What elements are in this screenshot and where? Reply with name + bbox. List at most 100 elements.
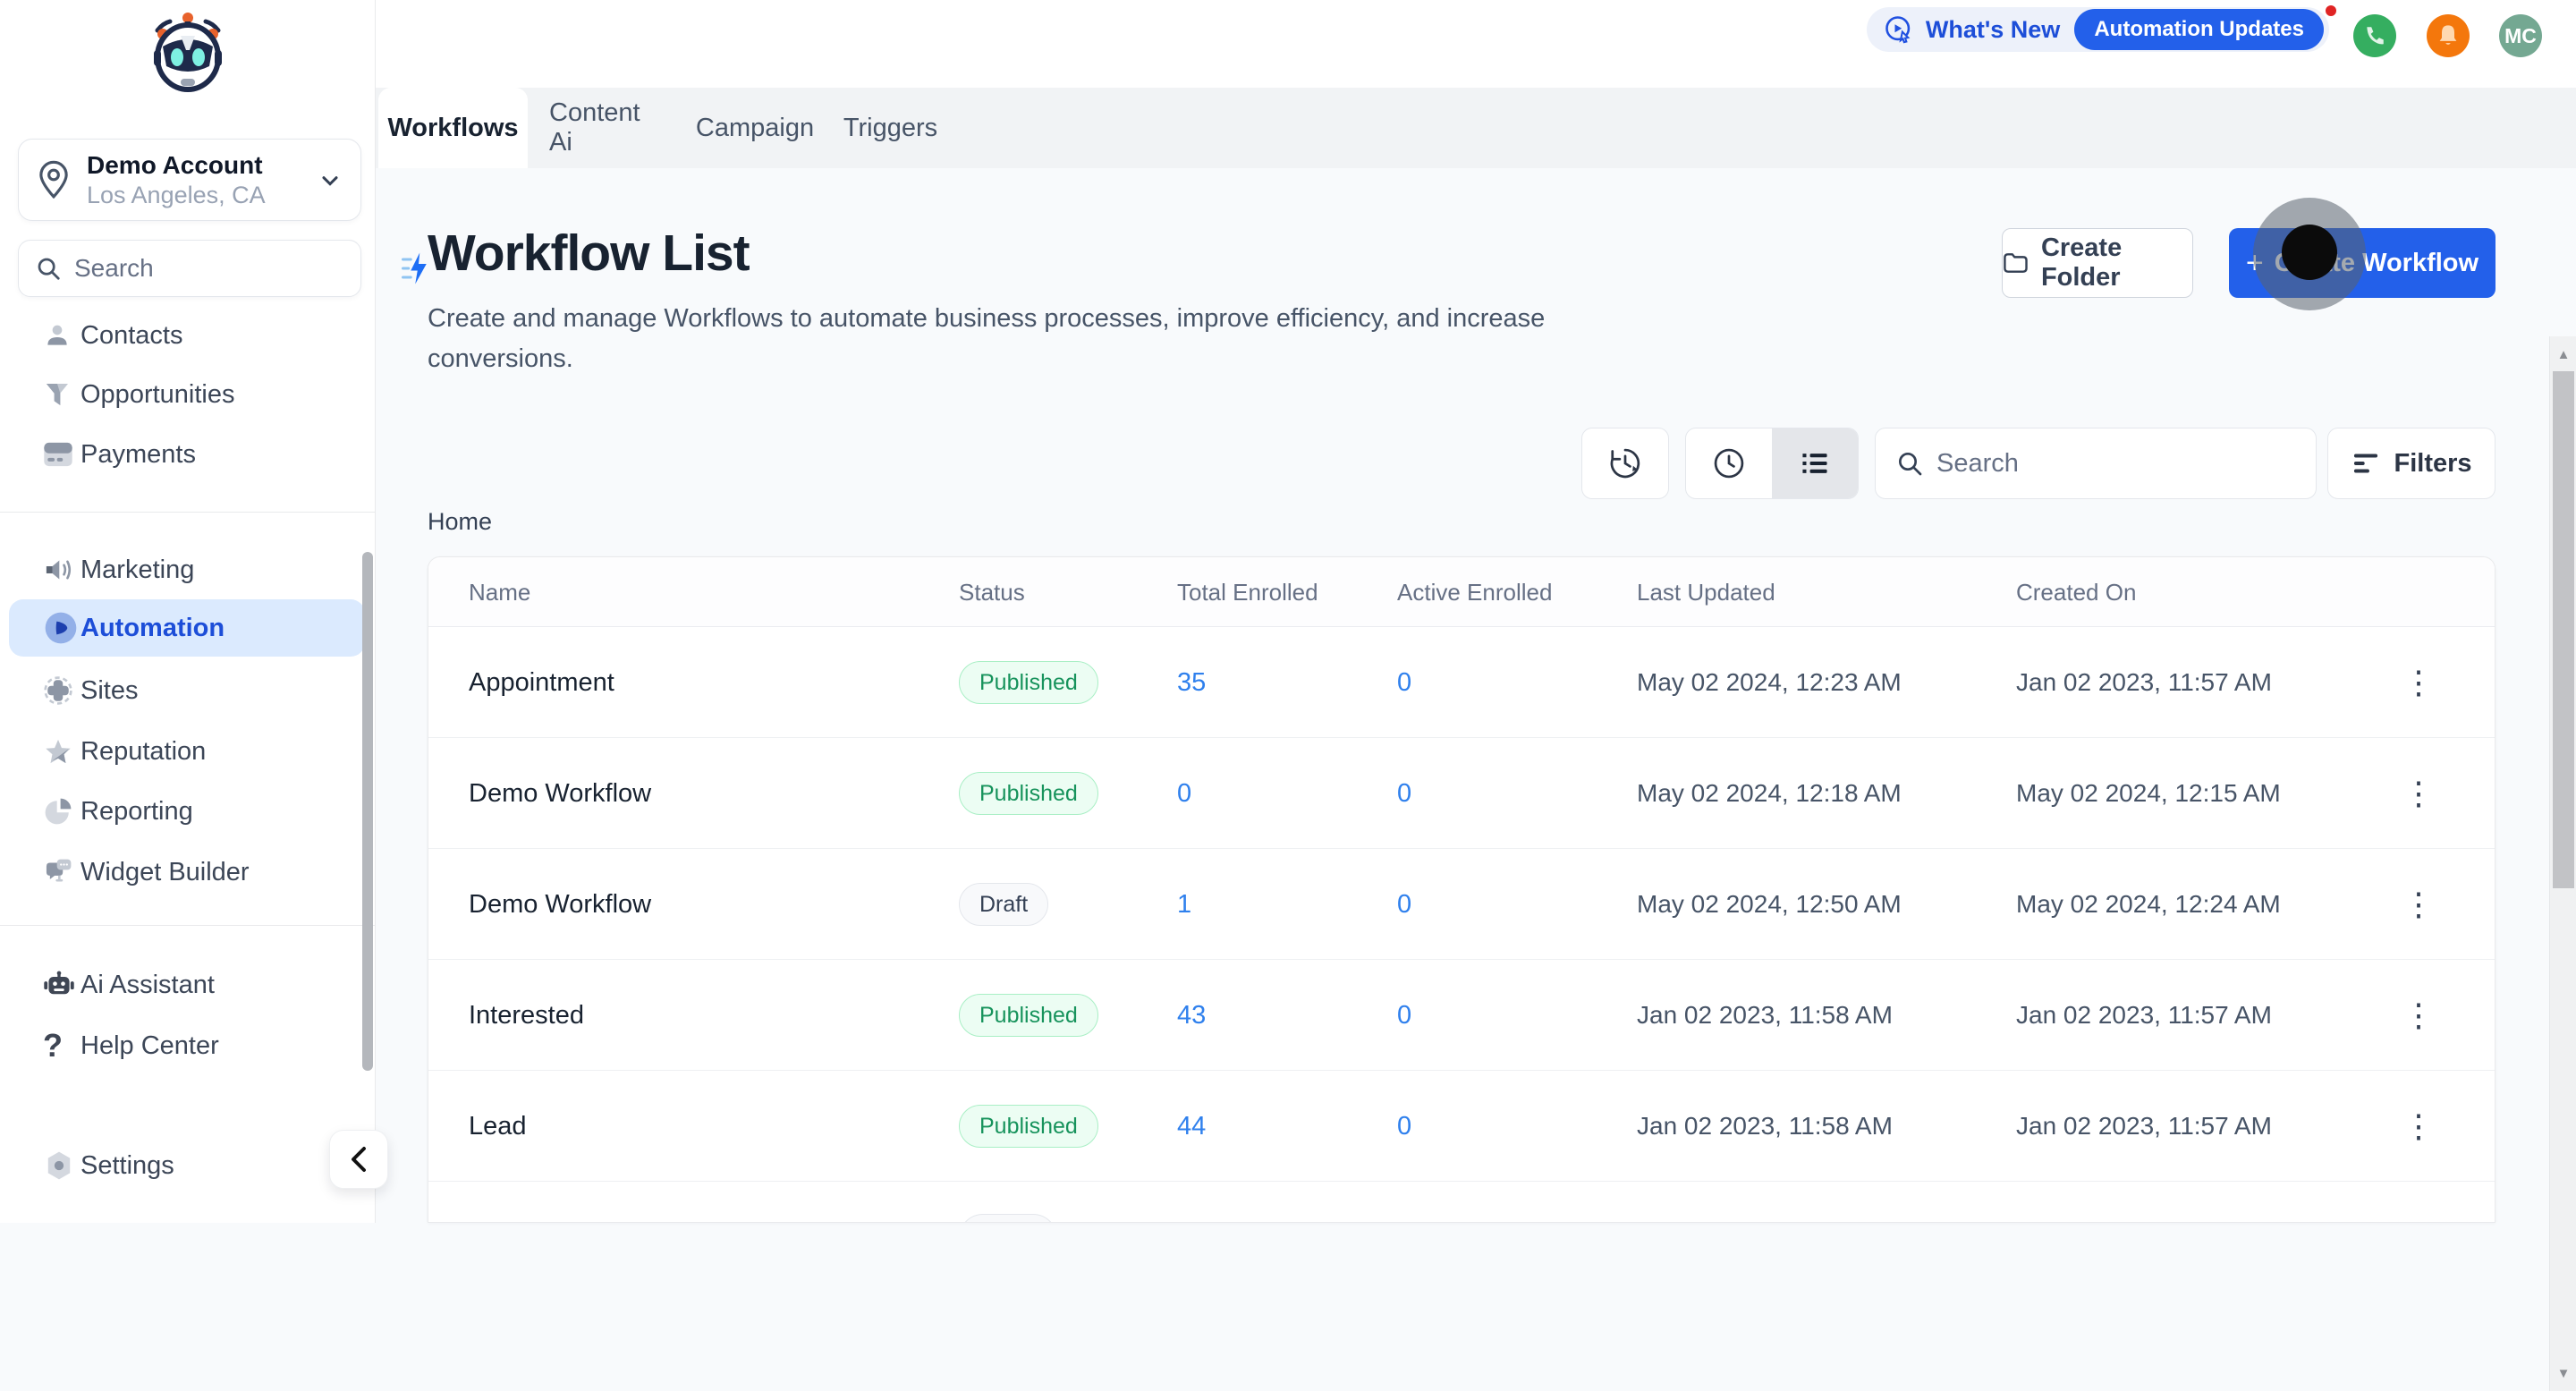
created-on-value: Jan 02 2023, 11:57 AM: [2016, 1112, 2272, 1140]
table-row[interactable]: Appointment Published 35 0 May 02 2024, …: [428, 627, 2495, 738]
sidebar-item-marketing[interactable]: Marketing: [0, 542, 376, 598]
bell-icon: [2439, 25, 2457, 45]
tab-workflows[interactable]: Workflows: [378, 88, 528, 168]
scroll-down-arrow[interactable]: ▼: [2550, 1357, 2576, 1389]
total-enrolled-link[interactable]: 0: [1177, 779, 1191, 809]
sidebar-item-help-center[interactable]: ? Help Center: [0, 1018, 376, 1073]
tab-content-ai[interactable]: Content Ai: [549, 88, 667, 168]
status-badge: Published: [959, 772, 1098, 815]
automation-updates-badge[interactable]: Automation Updates: [2074, 9, 2324, 50]
sites-icon: [43, 675, 80, 706]
search-icon: [1899, 453, 1922, 476]
kebab-menu-button[interactable]: ⋮: [2402, 888, 2435, 920]
filters-button[interactable]: Filters: [2327, 428, 2496, 499]
view-toggle: [1685, 428, 1859, 499]
list-view-button[interactable]: [1772, 428, 1858, 498]
opportunities-icon: [43, 380, 80, 409]
sidebar-scrollbar-thumb[interactable]: [362, 552, 373, 1071]
workflow-name[interactable]: Demo Workflow: [469, 738, 651, 849]
workflow-name[interactable]: Interested: [469, 960, 584, 1071]
page-scrollbar[interactable]: ▲ ▼: [2549, 336, 2576, 1391]
tab-campaign[interactable]: Campaign: [696, 88, 814, 168]
payments-icon: [43, 441, 80, 468]
kebab-menu-button[interactable]: ⋮: [2402, 777, 2435, 810]
settings-icon: [43, 1149, 80, 1182]
whats-new-button[interactable]: What's New Automation Updates: [1866, 7, 2329, 52]
kebab-menu-button[interactable]: ⋮: [2402, 666, 2435, 699]
notifications-button[interactable]: [2427, 14, 2470, 57]
enrollment-history-button[interactable]: [1581, 428, 1669, 499]
sidebar-search[interactable]: [18, 240, 427, 297]
total-enrolled-link[interactable]: 43: [1177, 1001, 1206, 1031]
workflow-name[interactable]: Demo Workflow: [469, 849, 651, 960]
col-header-status: Status: [959, 578, 1025, 606]
created-on-value: Jan 02 2023, 11:57 AM: [2016, 1001, 2272, 1029]
recent-view-button[interactable]: [1686, 428, 1772, 498]
created-on-value: May 02 2024, 12:15 AM: [2016, 779, 2281, 807]
scroll-up-arrow[interactable]: ▲: [2550, 338, 2576, 370]
scrollbar-thumb[interactable]: [2553, 371, 2574, 888]
create-workflow-button[interactable]: + Create Workflow: [2229, 228, 2496, 298]
account-name: Demo Account: [87, 151, 263, 179]
total-enrolled-link[interactable]: 35: [1177, 668, 1206, 698]
phone-button[interactable]: [2353, 14, 2396, 57]
last-updated-value: Jan 02 2023, 11:58 AM: [1637, 1001, 1893, 1029]
list-icon: [1802, 454, 1827, 473]
active-enrolled-link[interactable]: 0: [1397, 1001, 1411, 1031]
table-row[interactable]: Demo Workflow Published 0 0 May 02 2024,…: [428, 738, 2495, 849]
account-location: Los Angeles, CA: [87, 182, 266, 208]
total-enrolled-link[interactable]: 1: [1177, 890, 1191, 920]
table-row[interactable]: Interested Published 43 0 Jan 02 2023, 1…: [428, 960, 2495, 1071]
sidebar-item-widget-builder[interactable]: Widget Builder: [0, 844, 376, 900]
kebab-menu-button[interactable]: ⋮: [2402, 1110, 2435, 1142]
kebab-menu-button[interactable]: ⋮: [2402, 999, 2435, 1031]
sidebar-item-ai-assistant[interactable]: Ai Assistant: [0, 957, 376, 1013]
col-header-name: Name: [469, 578, 531, 606]
filter-icon: [2354, 454, 2378, 473]
breadcrumb[interactable]: Home: [428, 508, 492, 536]
quick-actions-bolt-icon[interactable]: [397, 250, 431, 286]
sidebar: Demo Account Los Angeles, CA Contacts: [0, 0, 427, 1223]
sidebar-item-payments[interactable]: Payments: [0, 427, 376, 482]
workflow-name[interactable]: Appointment: [469, 627, 614, 738]
active-enrolled-link[interactable]: 0: [1397, 890, 1411, 920]
workflow-search[interactable]: [1875, 428, 2317, 499]
page-title: Workflow List: [428, 225, 750, 282]
workflow-search-input[interactable]: [1936, 448, 2296, 479]
whats-new-label: What's New: [1925, 15, 2061, 43]
plus-icon: +: [2245, 245, 2264, 280]
top-header: What's New Automation Updates MC: [376, 0, 2576, 88]
active-enrolled-link[interactable]: 0: [1397, 779, 1411, 809]
active-enrolled-link[interactable]: 0: [1397, 668, 1411, 698]
status-badge: Published: [959, 994, 1098, 1037]
marketing-icon: [43, 556, 80, 584]
status-badge: Published: [959, 661, 1098, 704]
sidebar-item-sites[interactable]: Sites: [0, 663, 376, 718]
app-logo: [0, 11, 376, 93]
tab-triggers[interactable]: Triggers: [843, 88, 937, 168]
account-switcher[interactable]: Demo Account Los Angeles, CA: [18, 139, 361, 221]
notification-dot: [2324, 4, 2338, 18]
active-enrolled-link[interactable]: 0: [1397, 1112, 1411, 1141]
total-enrolled-link[interactable]: 44: [1177, 1112, 1206, 1141]
automation-icon: [43, 610, 80, 646]
sidebar-item-contacts[interactable]: Contacts: [0, 308, 376, 363]
sidebar-item-settings[interactable]: Settings: [0, 1138, 376, 1193]
user-avatar[interactable]: MC: [2499, 14, 2542, 57]
sidebar-search-input[interactable]: [74, 254, 397, 283]
col-header-active-enrolled: Active Enrolled: [1397, 578, 1553, 606]
sidebar-item-opportunities[interactable]: Opportunities: [0, 367, 376, 422]
table-row[interactable]: Demo Workflow Draft 1 0 May 02 2024, 12:…: [428, 849, 2495, 960]
workflow-name[interactable]: Lead: [469, 1071, 527, 1182]
sidebar-collapse-button[interactable]: [329, 1130, 388, 1189]
col-header-created-on: Created On: [2016, 578, 2137, 606]
sidebar-item-reputation[interactable]: Reputation: [0, 724, 376, 779]
ai-assistant-icon: [43, 971, 80, 999]
sidebar-divider: [0, 512, 375, 513]
table-row[interactable]: Lead Published 44 0 Jan 02 2023, 11:58 A…: [428, 1071, 2495, 1182]
sidebar-item-reporting[interactable]: Reporting: [0, 784, 376, 839]
create-folder-button[interactable]: Create Folder: [2002, 228, 2193, 298]
table-row-partial: [428, 1182, 2495, 1222]
whats-new-play-icon: [1883, 13, 1915, 46]
sidebar-item-automation[interactable]: Automation: [9, 599, 365, 657]
